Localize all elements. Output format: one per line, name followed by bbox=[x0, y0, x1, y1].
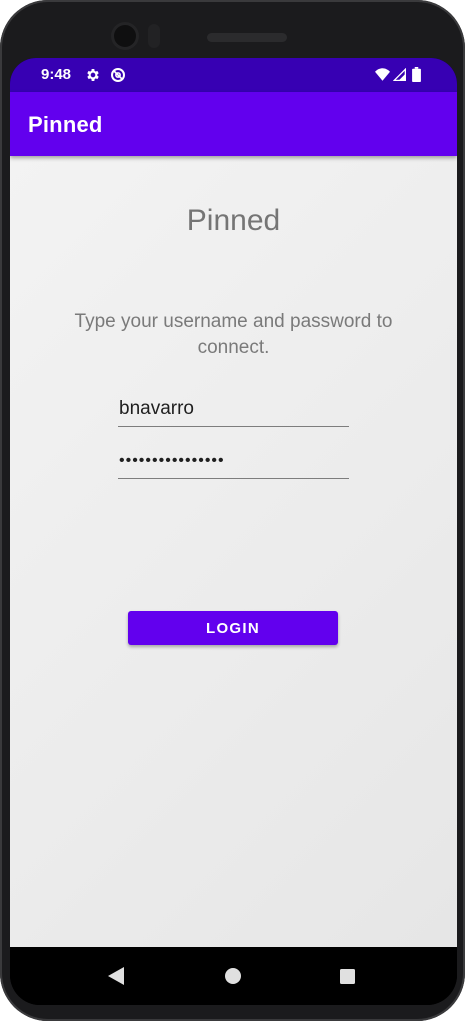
navigation-bar bbox=[10, 947, 457, 1005]
proximity-sensor bbox=[148, 24, 160, 48]
back-icon[interactable] bbox=[108, 967, 124, 985]
cellular-signal-icon bbox=[393, 68, 406, 81]
login-screen: Pinned Type your username and password t… bbox=[10, 156, 457, 947]
status-time: 9:48 bbox=[41, 66, 72, 83]
screen: 9:48 Pinned Pinned Type your username an… bbox=[10, 58, 457, 1005]
status-bar: 9:48 bbox=[10, 58, 457, 92]
login-instructions: Type your username and password to conne… bbox=[74, 311, 393, 358]
app-title: Pinned bbox=[28, 112, 103, 137]
wifi-icon bbox=[375, 68, 390, 81]
sync-blocked-icon bbox=[111, 68, 125, 82]
home-icon[interactable] bbox=[225, 968, 241, 984]
device-frame: 9:48 Pinned Pinned Type your username an… bbox=[0, 0, 465, 1021]
battery-icon bbox=[412, 67, 421, 82]
recents-icon[interactable] bbox=[340, 969, 355, 984]
password-input[interactable] bbox=[118, 444, 349, 479]
front-camera bbox=[114, 25, 136, 47]
app-bar: Pinned bbox=[10, 92, 457, 156]
username-input[interactable] bbox=[118, 392, 349, 427]
login-button[interactable]: LOGIN bbox=[128, 611, 338, 645]
earpiece-speaker bbox=[207, 33, 287, 42]
login-heading: Pinned bbox=[186, 204, 281, 237]
gear-icon bbox=[87, 69, 99, 81]
